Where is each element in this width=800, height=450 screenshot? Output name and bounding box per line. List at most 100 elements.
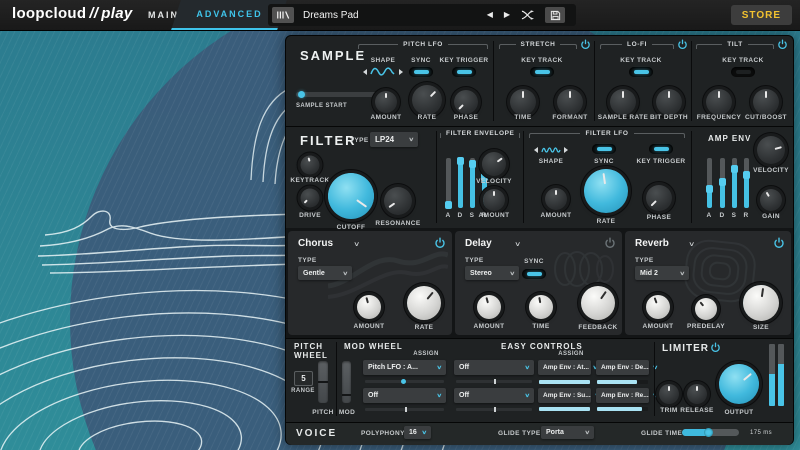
filter-keytrack-knob[interactable] <box>301 156 320 175</box>
mod-assign-4-dropdown[interactable]: Off∨ <box>454 388 534 403</box>
filter-env-attack-slider[interactable] <box>446 158 451 208</box>
shuffle-icon[interactable] <box>521 10 534 20</box>
chorus-type-dropdown[interactable]: Gentle∨ <box>298 266 352 280</box>
reverb-amount-knob[interactable] <box>646 295 670 319</box>
easy-control-2-slider[interactable] <box>597 380 648 384</box>
tilt-keytrack-toggle[interactable] <box>731 67 755 77</box>
pitch-wheel[interactable] <box>318 361 328 403</box>
mod-wheel[interactable] <box>342 361 351 403</box>
filter-lfo-phase-knob[interactable] <box>646 185 672 211</box>
stretch-time-knob[interactable] <box>510 89 536 115</box>
glide-type-dropdown[interactable]: Porta∨ <box>541 426 594 439</box>
lofi-bitdepth-knob[interactable] <box>656 89 682 115</box>
mod-assign-2-dropdown[interactable]: Off∨ <box>454 360 534 375</box>
lofi-power-button[interactable] <box>677 39 688 50</box>
filter-env-velocity-knob[interactable] <box>482 152 506 176</box>
mod-assign-3-amount-slider[interactable] <box>365 408 444 411</box>
filter-lfo-rate-knob[interactable] <box>584 169 628 213</box>
lofi-keytrack-toggle[interactable] <box>629 67 653 77</box>
delay-name[interactable]: Delay <box>465 238 492 249</box>
limiter-power-button[interactable] <box>710 342 721 353</box>
limiter-output-knob[interactable] <box>719 364 759 404</box>
pitch-lfo-rate-knob[interactable] <box>412 85 442 115</box>
chorus-power-button[interactable] <box>434 237 446 249</box>
delay-time-knob[interactable] <box>529 295 553 319</box>
chorus-rate-knob[interactable] <box>407 286 441 320</box>
filter-lfo-sync-toggle[interactable] <box>592 144 616 154</box>
shape-next-icon[interactable] <box>399 69 403 75</box>
easy-control-1-slider[interactable] <box>539 380 590 384</box>
easy-control-3-dropdown[interactable]: Amp Env : Su...∨ <box>538 388 591 403</box>
stretch-formant-knob[interactable] <box>557 89 583 115</box>
filter-cutoff-knob[interactable] <box>328 173 374 219</box>
amp-env-attack-slider[interactable] <box>707 158 712 208</box>
stretch-power-button[interactable] <box>580 39 591 50</box>
mod-assign-3-dropdown[interactable]: Off∨ <box>363 388 446 403</box>
lofi-samplerate-knob[interactable] <box>610 89 636 115</box>
filter-env-decay-slider[interactable] <box>458 158 463 208</box>
shape-next-icon[interactable] <box>564 147 568 153</box>
amp-env-sustain-slider[interactable] <box>732 158 737 208</box>
chorus-amount-knob[interactable] <box>357 295 381 319</box>
save-preset-button[interactable] <box>545 7 565 23</box>
reverb-size-knob[interactable] <box>743 285 779 321</box>
reverb-power-button[interactable] <box>773 237 785 249</box>
next-preset-icon[interactable]: ▶ <box>504 11 510 19</box>
polyphony-dropdown[interactable]: 16∨ <box>404 426 431 439</box>
easy-control-2-dropdown[interactable]: Amp Env : De...∨ <box>596 360 649 375</box>
delay-type-dropdown[interactable]: Stereo∨ <box>465 266 519 280</box>
filter-env-sustain-slider[interactable] <box>470 158 475 208</box>
delay-feedback-knob[interactable] <box>581 286 615 320</box>
pitch-range-value[interactable]: 5 <box>294 371 313 386</box>
chorus-name[interactable]: Chorus <box>298 238 333 249</box>
reverb-predelay-knob[interactable] <box>695 298 717 320</box>
delay-amount-knob[interactable] <box>477 295 501 319</box>
limiter-trim-knob[interactable] <box>659 384 679 404</box>
sample-start-handle[interactable] <box>298 91 305 98</box>
preset-name[interactable]: Dreams Pad <box>303 10 487 21</box>
mod-assign-2-amount-slider[interactable] <box>456 380 532 383</box>
amp-env-gain-knob[interactable] <box>760 189 782 211</box>
filter-drive-knob[interactable] <box>301 189 320 208</box>
reverb-name[interactable]: Reverb <box>635 238 669 249</box>
amp-env-decay-slider[interactable] <box>720 158 725 208</box>
pitch-lfo-phase-knob[interactable] <box>454 90 478 114</box>
tilt-frequency-knob[interactable] <box>706 89 732 115</box>
chevron-down-icon[interactable]: ∨ <box>688 240 695 247</box>
stretch-keytrack-toggle[interactable] <box>530 67 554 77</box>
delay-power-button[interactable] <box>604 237 616 249</box>
easy-control-4-slider[interactable] <box>597 407 648 411</box>
glide-time-slider[interactable] <box>682 429 739 436</box>
shape-prev-icon[interactable] <box>534 147 538 153</box>
easy-control-3-slider[interactable] <box>539 407 590 411</box>
shape-prev-icon[interactable] <box>363 69 367 75</box>
reverb-type-dropdown[interactable]: Mid 2∨ <box>635 266 689 280</box>
tilt-cutboost-knob[interactable] <box>753 89 779 115</box>
filter-type-dropdown[interactable]: LP24∨ <box>370 132 418 147</box>
preset-browse-button[interactable] <box>272 7 294 23</box>
chevron-down-icon[interactable]: ∨ <box>514 240 521 247</box>
easy-control-4-dropdown[interactable]: Amp Env : Re...∨ <box>596 388 649 403</box>
filter-lfo-keytrigger-toggle[interactable] <box>649 144 673 154</box>
mod-assign-1-dropdown[interactable]: Pitch LFO : A...∨ <box>363 360 446 375</box>
store-button[interactable]: STORE <box>731 5 792 25</box>
delay-sync-toggle[interactable] <box>522 269 546 279</box>
filter-lfo-shape-selector[interactable] <box>534 144 568 155</box>
pitch-lfo-keytrigger-toggle[interactable] <box>452 67 476 77</box>
stretch-keytrack-label: KEY TRACK <box>521 57 562 64</box>
previous-preset-icon[interactable]: ◀ <box>487 11 493 19</box>
mod-assign-1-amount-slider[interactable] <box>365 380 444 383</box>
pitch-lfo-sync-toggle[interactable] <box>409 67 433 77</box>
easy-control-1-dropdown[interactable]: Amp Env : At...∨ <box>538 360 591 375</box>
chevron-down-icon[interactable]: ∨ <box>353 240 360 247</box>
amp-env-velocity-knob[interactable] <box>757 136 785 164</box>
limiter-release-knob[interactable] <box>687 384 707 404</box>
mod-assign-4-amount-slider[interactable] <box>456 408 532 411</box>
filter-lfo-amount-knob[interactable] <box>545 188 567 210</box>
tilt-power-button[interactable] <box>777 39 788 50</box>
amp-env-release-slider[interactable] <box>744 158 749 208</box>
pitch-lfo-shape-selector[interactable] <box>363 66 403 78</box>
pitch-lfo-amount-knob[interactable] <box>375 91 397 113</box>
filter-resonance-knob[interactable] <box>384 187 412 215</box>
filter-env-amount-knob[interactable] <box>483 189 505 211</box>
